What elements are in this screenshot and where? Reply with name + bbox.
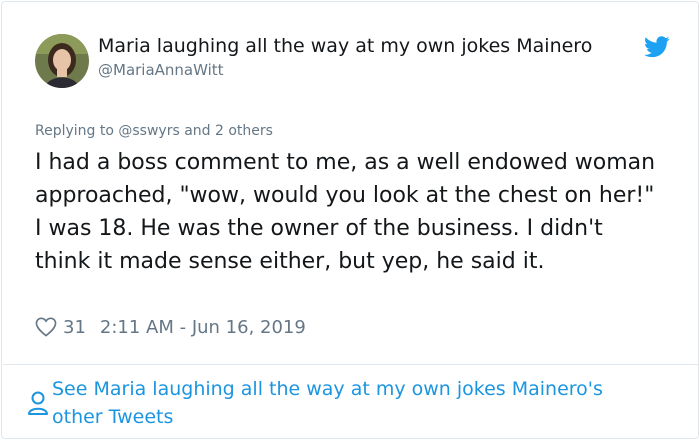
- tweet-card: Maria laughing all the way at my own jok…: [1, 1, 699, 439]
- author-display-name[interactable]: Maria laughing all the way at my own jok…: [98, 35, 646, 57]
- like-count[interactable]: 31: [63, 317, 86, 338]
- reply-prefix: Replying to: [35, 123, 114, 139]
- author-handle[interactable]: @MariaAnnaWitt: [98, 61, 224, 79]
- avatar[interactable]: [35, 34, 89, 88]
- twitter-bird-icon[interactable]: [644, 36, 670, 58]
- other-tweets-link[interactable]: See Maria laughing all the way at my own…: [52, 375, 652, 431]
- tweet-text: I had a boss comment to me, as a well en…: [35, 150, 656, 274]
- person-icon: [28, 391, 48, 415]
- heart-icon[interactable]: [35, 317, 57, 337]
- timestamp[interactable]: 2:11 AM - Jun 16, 2019: [100, 317, 306, 338]
- reply-target-link[interactable]: @sswyrs and 2 others: [118, 123, 273, 139]
- tweet-meta: 31 2:11 AM - Jun 16, 2019: [35, 314, 306, 340]
- reply-context: Replying to @sswyrs and 2 others: [35, 123, 273, 139]
- divider: [3, 364, 699, 365]
